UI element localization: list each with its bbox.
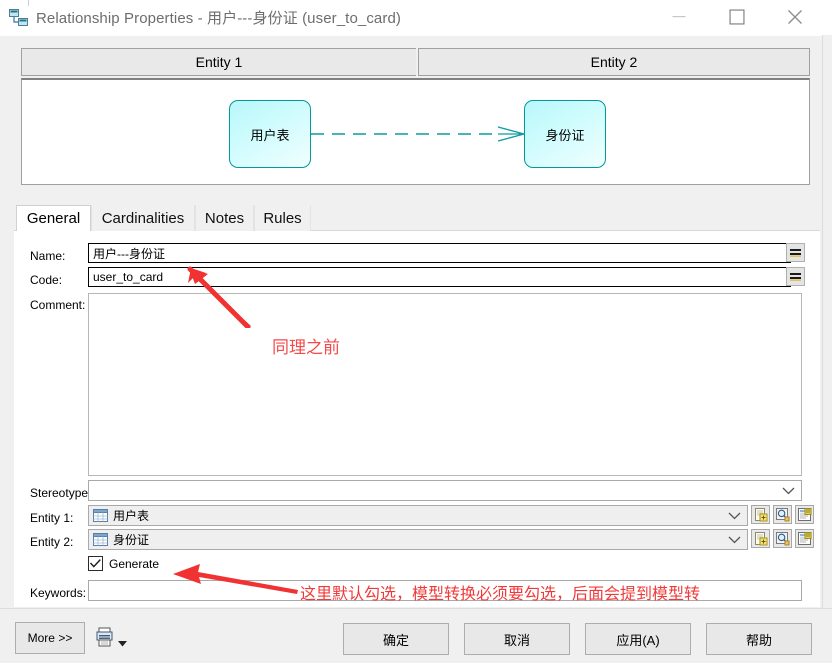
tab-strip: General Cardinalities Notes Rules xyxy=(14,205,820,231)
tab-general-label: General xyxy=(26,210,81,227)
code-input[interactable]: user_to_card xyxy=(88,267,791,287)
name-label: Name: xyxy=(30,249,66,263)
general-tab-panel: Name: 用户---身份证 Code: user_to_card Commen… xyxy=(14,231,820,607)
new-object-icon xyxy=(754,507,767,521)
table-icon xyxy=(93,533,108,546)
diagram-entity2-label: 身份证 xyxy=(545,127,585,143)
entity1-create-button[interactable] xyxy=(751,505,770,524)
help-button-label: 帮助 xyxy=(745,632,772,648)
relationship-diagram[interactable]: 用户表 身份证 xyxy=(21,78,810,185)
table-icon xyxy=(93,509,108,522)
code-equals-button[interactable] xyxy=(786,267,805,286)
tab-notes[interactable]: Notes xyxy=(195,205,254,231)
magnifier-icon xyxy=(775,531,789,545)
entity1-header: Entity 1 xyxy=(21,48,416,76)
chevron-down-icon xyxy=(782,484,795,498)
title-bar: Relationship Properties - 用户---身份证 (user… xyxy=(0,0,832,36)
keywords-label: Keywords: xyxy=(30,586,87,600)
generate-checkbox[interactable]: Generate xyxy=(88,556,159,571)
comment-value xyxy=(89,294,801,300)
diagram-entity1-label: 用户表 xyxy=(250,127,290,143)
close-button[interactable] xyxy=(772,0,818,34)
apply-button[interactable]: 应用(A) xyxy=(585,623,691,655)
tab-rules-label: Rules xyxy=(263,209,302,227)
equals-icon xyxy=(790,273,801,281)
panel-right-edge-line xyxy=(822,35,823,608)
new-object-icon xyxy=(754,531,767,545)
cancel-button[interactable]: 取消 xyxy=(464,623,570,655)
relationship-icon xyxy=(9,9,29,27)
entity2-value: 身份证 xyxy=(113,533,150,547)
code-input-value: user_to_card xyxy=(93,270,164,284)
ok-button-label: 确定 xyxy=(382,632,409,648)
tab-cardinalities-label: Cardinalities xyxy=(101,209,185,227)
help-button[interactable]: 帮助 xyxy=(706,623,812,655)
close-icon xyxy=(788,10,802,24)
tab-general[interactable]: General xyxy=(16,205,91,231)
properties-icon xyxy=(797,507,811,521)
more-button-label: More >> xyxy=(27,631,73,645)
code-label: Code: xyxy=(30,273,63,287)
maximize-button[interactable] xyxy=(714,0,760,34)
comment-textarea[interactable] xyxy=(88,293,802,476)
magnifier-icon xyxy=(775,507,789,521)
name-input[interactable]: 用户---身份证 xyxy=(88,243,791,263)
entity1-combobox[interactable]: 用户表 xyxy=(88,505,748,526)
entity1-find-button[interactable] xyxy=(773,505,792,524)
entity1-value: 用户表 xyxy=(113,509,150,523)
panel-right-edge xyxy=(822,35,832,608)
window-title: Relationship Properties - 用户---身份证 (user… xyxy=(36,10,402,27)
generate-checkbox-box xyxy=(88,556,103,571)
relationship-properties-dialog: Relationship Properties - 用户---身份证 (user… xyxy=(0,0,832,663)
minimize-button[interactable] xyxy=(656,0,702,34)
stereotype-label: Stereotype: xyxy=(30,486,92,500)
diagram-entity2[interactable]: 身份证 xyxy=(524,100,606,168)
entity2-header: Entity 2 xyxy=(418,48,810,76)
generate-label: Generate xyxy=(109,556,160,571)
stereotype-combobox[interactable] xyxy=(88,480,802,501)
maximize-icon xyxy=(729,9,745,25)
chevron-down-icon xyxy=(728,533,741,547)
print-icon[interactable] xyxy=(96,627,113,647)
keywords-input[interactable] xyxy=(88,580,802,601)
tab-notes-label: Notes xyxy=(204,209,245,227)
tab-rules[interactable]: Rules xyxy=(254,205,311,231)
ok-button[interactable]: 确定 xyxy=(343,623,449,655)
checkmark-icon xyxy=(90,559,101,568)
tab-cardinalities[interactable]: Cardinalities xyxy=(91,205,195,231)
more-button[interactable]: More >> xyxy=(15,622,85,654)
entity-header-strip: Entity 1 Entity 2 xyxy=(21,48,810,76)
entity2-label: Entity 2: xyxy=(30,535,74,549)
cancel-button-label: 取消 xyxy=(503,632,530,648)
chevron-down-icon xyxy=(728,509,741,523)
properties-icon xyxy=(797,531,811,545)
name-equals-button[interactable] xyxy=(786,243,805,262)
apply-button-label: 应用(A) xyxy=(616,632,660,648)
minimize-icon xyxy=(672,16,686,18)
entity1-properties-button[interactable] xyxy=(795,505,814,524)
entity2-properties-button[interactable] xyxy=(795,529,814,548)
name-input-value: 用户---身份证 xyxy=(93,246,165,261)
relationship-link xyxy=(311,126,525,142)
entity2-create-button[interactable] xyxy=(751,529,770,548)
title-separator xyxy=(28,0,29,6)
comment-label: Comment: xyxy=(30,298,86,312)
print-caret-down-icon[interactable] xyxy=(118,636,127,650)
diagram-entity1[interactable]: 用户表 xyxy=(229,100,311,168)
entity2-combobox[interactable]: 身份证 xyxy=(88,529,748,550)
equals-icon xyxy=(790,249,801,257)
entity1-label: Entity 1: xyxy=(30,511,74,525)
entity2-find-button[interactable] xyxy=(773,529,792,548)
